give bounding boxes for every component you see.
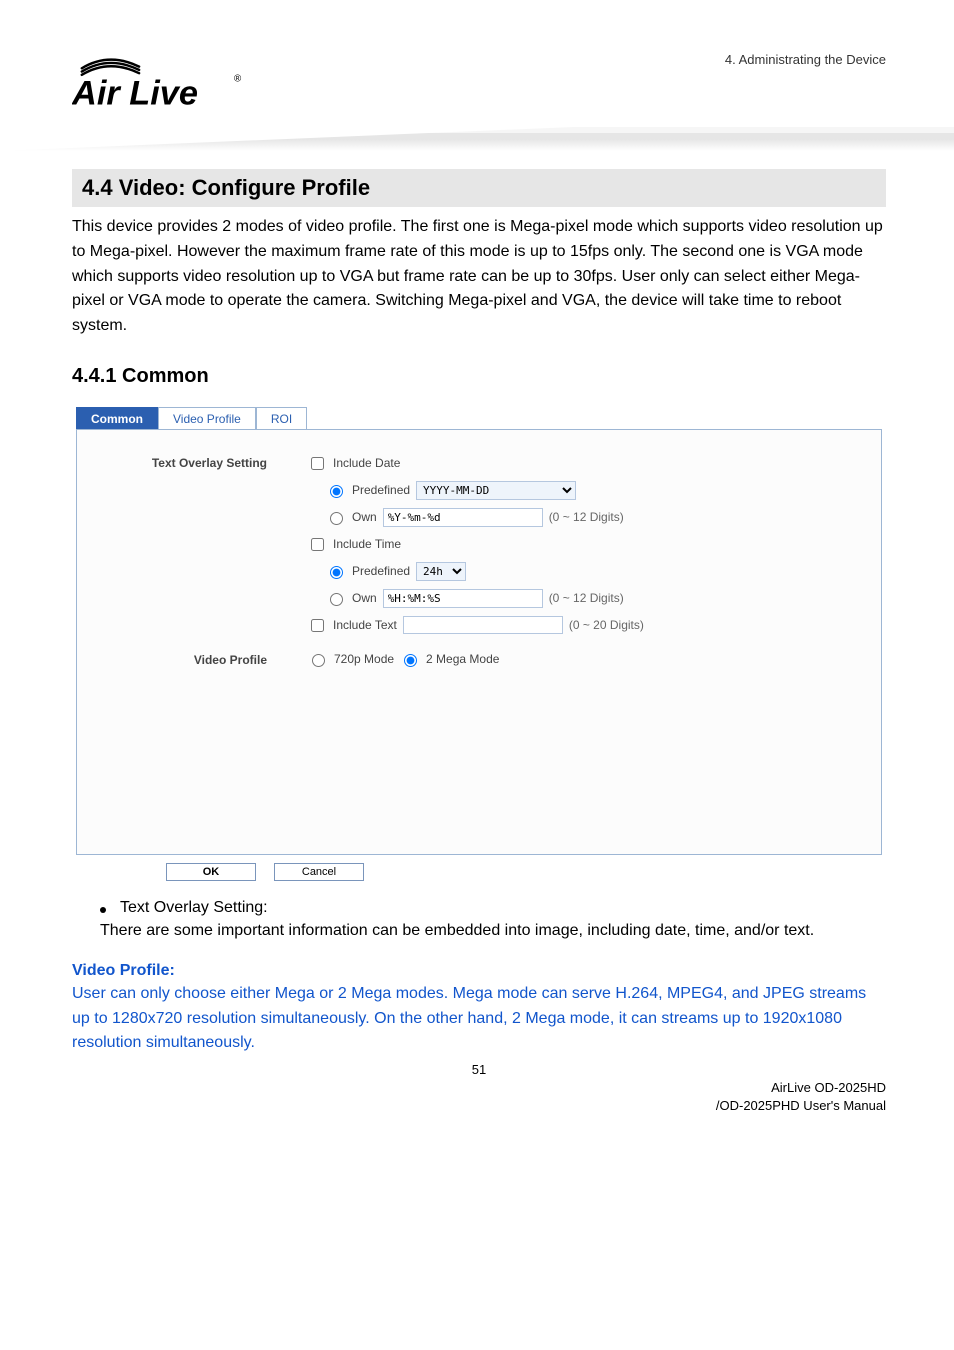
tab-roi[interactable]: ROI bbox=[256, 407, 307, 430]
include-text-checkbox[interactable] bbox=[311, 619, 324, 632]
subsection-title: 4.4.1 Common bbox=[72, 365, 886, 388]
text-overlay-label: Text Overlay Setting bbox=[97, 454, 307, 470]
svg-text:Air Live: Air Live bbox=[72, 74, 198, 112]
own-label-2: Own bbox=[352, 591, 377, 605]
ok-button[interactable]: OK bbox=[166, 863, 256, 881]
include-text-label: Include Text bbox=[333, 618, 397, 632]
tab-video-profile[interactable]: Video Profile bbox=[158, 407, 256, 430]
mode-2mega-radio[interactable] bbox=[404, 654, 417, 667]
time-own-radio[interactable] bbox=[330, 593, 343, 606]
include-time-checkbox[interactable] bbox=[311, 538, 324, 551]
own-label-1: Own bbox=[352, 510, 377, 524]
text-digits-hint: (0 ~ 20 Digits) bbox=[569, 618, 644, 632]
bullet-body: There are some important information can… bbox=[100, 919, 886, 944]
bullet-label: Text Overlay Setting: bbox=[120, 899, 268, 917]
include-date-checkbox[interactable] bbox=[311, 457, 324, 470]
time-predefined-radio[interactable] bbox=[330, 566, 343, 579]
config-panel: Common Video Profile ROI Text Overlay Se… bbox=[76, 406, 882, 881]
mode-720p-label: 720p Mode bbox=[334, 652, 394, 666]
mode-2mega-label: 2 Mega Mode bbox=[426, 652, 499, 666]
predefined-label-2: Predefined bbox=[352, 564, 410, 578]
time-predefined-select[interactable]: 24h bbox=[416, 562, 466, 581]
date-own-radio[interactable] bbox=[330, 512, 343, 525]
time-own-input[interactable] bbox=[383, 589, 543, 608]
page-number: 51 bbox=[72, 1062, 886, 1077]
section-title: 4.4 Video: Configure Profile bbox=[72, 169, 886, 207]
date-digits-hint: (0 ~ 12 Digits) bbox=[549, 510, 624, 524]
date-predefined-radio[interactable] bbox=[330, 485, 343, 498]
video-profile-body: User can only choose either Mega or 2 Me… bbox=[72, 982, 886, 1056]
time-digits-hint: (0 ~ 12 Digits) bbox=[549, 591, 624, 605]
tab-bar: Common Video Profile ROI bbox=[76, 406, 882, 429]
chapter-label: 4. Administrating the Device bbox=[725, 48, 886, 67]
video-profile-heading: Video Profile: bbox=[72, 962, 886, 980]
footer-product: AirLive OD-2025HD /OD-2025PHD User's Man… bbox=[72, 1079, 886, 1115]
cancel-button[interactable]: Cancel bbox=[274, 863, 364, 881]
mode-720p-radio[interactable] bbox=[312, 654, 325, 667]
video-profile-label: Video Profile bbox=[97, 651, 307, 667]
brand-logo: Air Live ® bbox=[72, 48, 252, 123]
predefined-label-1: Predefined bbox=[352, 483, 410, 497]
include-text-input[interactable] bbox=[403, 616, 563, 634]
svg-text:®: ® bbox=[234, 73, 242, 84]
include-time-label: Include Time bbox=[333, 537, 401, 551]
include-date-label: Include Date bbox=[333, 456, 400, 470]
section-paragraph: This device provides 2 modes of video pr… bbox=[72, 215, 886, 339]
tab-common[interactable]: Common bbox=[76, 407, 158, 430]
bullet-icon bbox=[100, 907, 106, 913]
date-predefined-select[interactable]: YYYY-MM-DD bbox=[416, 481, 576, 500]
date-own-input[interactable] bbox=[383, 508, 543, 527]
